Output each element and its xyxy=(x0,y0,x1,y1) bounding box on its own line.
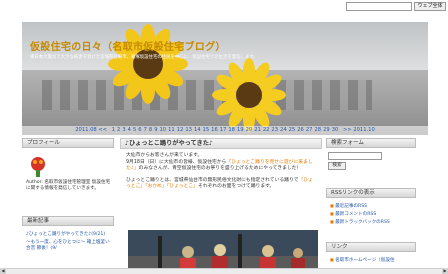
horizontal-scrollbar[interactable] xyxy=(0,268,448,274)
post-text: 9月18日（日）に大仙市の皆様、仮設住宅から「ひょっとこ踊りを見せに遊びに来まし… xyxy=(126,159,313,172)
calendar-day-link[interactable]: 30 xyxy=(332,127,339,133)
calendar-day-link[interactable]: 3 xyxy=(122,127,125,133)
calendar-day-link[interactable]: 20 xyxy=(246,127,253,133)
calendar-day-link[interactable]: 26 xyxy=(297,127,304,133)
calendar-day-link[interactable]: 25 xyxy=(289,127,296,133)
rss-link[interactable]: 最近記事のRSS xyxy=(330,202,416,210)
rss-header: RSSリンクの表示 xyxy=(326,188,416,198)
calendar-day-link[interactable]: 15 xyxy=(203,127,210,133)
blog-header: 仮設住宅の日々（名取市仮設住宅ブログ） 東日本大震災で大きな被害を受けた宮城県名… xyxy=(22,22,428,135)
profile-header: プロフィール xyxy=(22,138,114,148)
building-windows xyxy=(42,80,372,110)
rss-link[interactable]: 最新トラックバックのRSS xyxy=(330,218,416,226)
calendar-day-link[interactable]: 12 xyxy=(177,127,184,133)
recent-post-item[interactable]: ♪ひょっとこ踊りがやってきた♪(9/21) xyxy=(26,232,114,238)
top-search-button[interactable]: ウェブ全体 xyxy=(414,2,446,11)
site-title[interactable]: 仮設住宅の日々（名取市仮設住宅ブログ） xyxy=(30,38,226,53)
recent-posts-header: 最新記事 xyxy=(22,216,114,226)
rss-list: 最近記事のRSS 最新コメントのRSS 最新トラックバックのRSS xyxy=(326,198,416,226)
calendar-day-link[interactable]: 21 xyxy=(254,127,261,133)
search-input[interactable] xyxy=(328,152,382,160)
calendar-day-link[interactable]: 19 xyxy=(237,127,244,133)
avatar xyxy=(31,157,45,177)
post-photo[interactable] xyxy=(128,230,318,270)
calendar-next-link[interactable]: >> 2011.10 xyxy=(343,127,375,133)
calendar-day-link[interactable]: 23 xyxy=(271,127,278,133)
calendar-day-link[interactable]: 27 xyxy=(306,127,313,133)
post-body: 大仙市からお客さんが来ています。 9月18日（日）に大仙市の皆様、仮設住宅から「… xyxy=(120,149,322,195)
sunflower-icon xyxy=(212,58,286,132)
calendar-day-link[interactable]: 4 xyxy=(128,127,131,133)
rss-box: RSSリンクの表示 最近記事のRSS 最新コメントのRSS 最新トラックバックの… xyxy=(326,188,416,226)
calendar-day-link[interactable]: 11 xyxy=(168,127,175,133)
calendar-day-link[interactable]: 8 xyxy=(149,127,152,133)
recent-posts-list: ♪ひょっとこ踊りがやってきた♪(9/21) 〜もう一度、心をひとつに〜 箱上塩釜… xyxy=(26,232,114,252)
calendar-day-link[interactable]: 9 xyxy=(154,127,157,133)
calendar-day-link[interactable]: 29 xyxy=(323,127,330,133)
calendar-day-link[interactable]: 13 xyxy=(185,127,192,133)
calendar-nav: 2011.08 << 1 2 3 4 5 6 7 8 9 10 11 12 13 14 15 16 17 18 19… xyxy=(22,126,428,135)
search-header: 検索フォーム xyxy=(326,138,416,148)
links-header: リンク xyxy=(326,242,416,252)
calendar-day-link[interactable]: 17 xyxy=(220,127,227,133)
search-box: 検索フォーム 検索 xyxy=(326,138,416,170)
links-box: リンク 名取市ホームページ（仮設住 xyxy=(326,242,416,264)
calendar-day-link[interactable]: 28 xyxy=(314,127,321,133)
calendar-day-link[interactable]: 24 xyxy=(280,127,287,133)
recent-post-item[interactable]: 〜もう一度、心をひとつに〜 箱上塩釜い合音 節後！(9/ xyxy=(26,240,114,252)
external-link[interactable]: 名取市ホームページ（仮設住 xyxy=(330,256,416,264)
left-sidebar: プロフィール Author: 名取市仮設住宅管理室 仮設住宅に関する情報を発信し… xyxy=(22,138,114,251)
sunflower-icon xyxy=(108,24,188,104)
links-list: 名取市ホームページ（仮設住 xyxy=(326,252,416,264)
search-button[interactable]: 検索 xyxy=(328,162,346,170)
calendar-day-link[interactable]: 6 xyxy=(138,127,141,133)
top-bar: ウェブ全体 xyxy=(0,0,448,14)
calendar-day-link[interactable]: 10 xyxy=(160,127,167,133)
main-content: ♪ひょっとこ踊りがやってきた♪ 大仙市からお客さんが来ています。 9月18日（日… xyxy=(120,138,322,270)
scroll-left-icon[interactable]: ◀ xyxy=(0,268,6,274)
calendar-day-link[interactable]: 5 xyxy=(133,127,136,133)
post-title[interactable]: ♪ひょっとこ踊りがやってきた♪ xyxy=(120,138,322,149)
site-description: 東日本大震災で大きな被害を受けた宮城県名取市、箱塚仮設住宅の住民を中心に、仮設住… xyxy=(30,55,258,60)
calendar-day-link[interactable]: 2 xyxy=(117,127,120,133)
calendar-day-link[interactable]: 16 xyxy=(211,127,218,133)
calendar-day-link[interactable]: 14 xyxy=(194,127,201,133)
post-text: 大仙市からお客さんが来ています。 xyxy=(126,153,203,158)
calendar-day-link[interactable]: 22 xyxy=(263,127,270,133)
profile-text: Author: 名取市仮設住宅管理室 仮設住宅に関する情報を発信していきます。 xyxy=(26,180,111,191)
post-text: ひょっとこ踊りとは、宮城県仙台市の無形民俗文化財にも指定されている踊りで「ひょっ… xyxy=(126,177,313,190)
calendar-day-link[interactable]: 1 xyxy=(112,127,115,133)
top-search-input[interactable] xyxy=(346,2,412,11)
rss-link[interactable]: 最新コメントのRSS xyxy=(330,210,416,218)
scroll-right-icon[interactable]: ▶ xyxy=(442,268,448,274)
calendar-day-link[interactable]: 18 xyxy=(228,127,235,133)
calendar-prev-link[interactable]: 2011.08 << xyxy=(75,127,107,133)
calendar-day-link[interactable]: 7 xyxy=(144,127,147,133)
